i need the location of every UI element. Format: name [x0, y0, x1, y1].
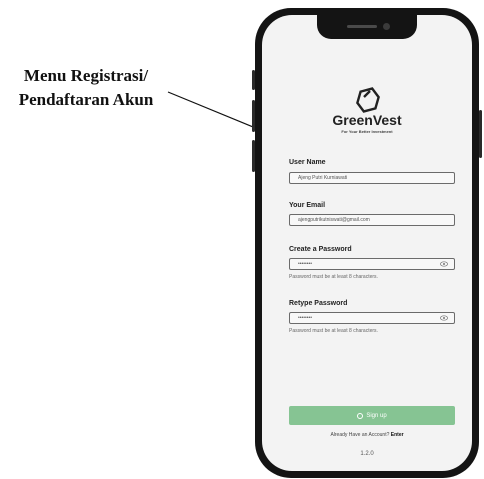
- username-value: Ajeng Putri Kurniawati: [298, 175, 348, 181]
- retype-password-field[interactable]: ••••••••: [289, 312, 455, 324]
- camera: [383, 23, 390, 30]
- phone-notch: [317, 15, 417, 39]
- eye-icon[interactable]: [440, 261, 448, 267]
- password-value: ••••••••: [298, 261, 313, 267]
- app-version: 1.2.0: [360, 451, 374, 457]
- phone-side-button: [479, 110, 482, 158]
- login-prompt: Already Have an Account? Enter: [262, 432, 472, 438]
- brand-tagline: For Your Better Investment: [341, 129, 393, 134]
- password-hint: Password must be at least 8 characters.: [289, 274, 378, 280]
- retype-password-value: ••••••••: [298, 315, 313, 321]
- speaker: [347, 25, 377, 28]
- signup-label: Sign up: [366, 412, 387, 419]
- eye-icon[interactable]: [440, 315, 448, 321]
- username-label: User Name: [289, 159, 326, 166]
- annotation-label: Menu Registrasi/ Pendaftaran Akun: [6, 64, 166, 112]
- password-field[interactable]: ••••••••: [289, 258, 455, 270]
- already-text: Already Have an Account?: [330, 432, 390, 438]
- email-field[interactable]: ajengputrikutniswati@gmail.com: [289, 214, 455, 226]
- email-label: Your Email: [289, 202, 326, 209]
- phone-screen: GreenVest For Your Better Investment Use…: [262, 15, 472, 471]
- email-value: ajengputrikutniswati@gmail.com: [298, 217, 370, 223]
- signup-button[interactable]: Sign up: [289, 406, 455, 425]
- logo-icon: [356, 87, 380, 113]
- brand-name: GreenVest: [332, 112, 402, 128]
- annotation-line-1: Menu Registrasi/: [23, 66, 149, 85]
- enter-link[interactable]: Enter: [391, 432, 404, 438]
- retype-password-hint: Password must be at least 8 characters.: [289, 328, 378, 334]
- password-label: Create a Password: [289, 246, 352, 253]
- retype-password-label: Retype Password: [289, 300, 348, 307]
- annotation-line-2: Pendaftaran Akun: [18, 90, 154, 109]
- username-field[interactable]: Ajeng Putri Kurniawati: [289, 172, 455, 184]
- signup-icon: [357, 412, 364, 419]
- phone-frame: GreenVest For Your Better Investment Use…: [255, 8, 479, 478]
